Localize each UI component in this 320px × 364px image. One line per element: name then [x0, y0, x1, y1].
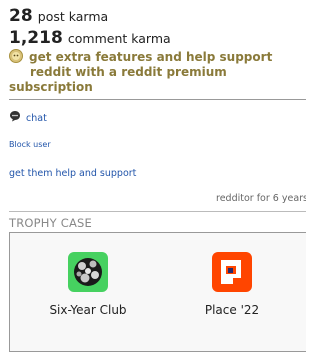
comment-karma-label: comment karma	[67, 31, 171, 46]
post-karma: 28 post karma	[9, 6, 108, 26]
trophy-case: Six-Year Club Place '22	[9, 232, 306, 352]
account-age: redditor for 6 years	[216, 193, 306, 204]
premium-line-2: reddit with a reddit premium	[30, 65, 227, 79]
chat-label: chat	[26, 113, 47, 124]
premium-line-1-text: get extra features and help support	[29, 50, 273, 64]
trophy-six-year-club[interactable]: Six-Year Club	[38, 251, 138, 318]
premium-promo-link[interactable]: get extra features and help support redd…	[9, 49, 289, 95]
trophy-name: Six-Year Club	[49, 303, 127, 317]
divider	[9, 99, 306, 100]
comment-karma: 1,218 comment karma	[9, 28, 171, 48]
post-karma-label: post karma	[37, 9, 109, 24]
block-user-link[interactable]: Block user	[9, 140, 51, 149]
comment-karma-value: 1,218	[9, 28, 63, 48]
trophy-case-title: TROPHY CASE	[9, 216, 92, 230]
six-year-club-icon	[68, 252, 108, 292]
premium-line-3: subscription	[9, 80, 93, 94]
profile-sidebar: 28 post karma 1,218 comment karma get ex…	[0, 0, 306, 364]
premium-line-1: get extra features and help support	[9, 49, 289, 65]
post-karma-value: 28	[9, 6, 33, 26]
divider	[9, 211, 306, 212]
help-support-link[interactable]: get them help and support	[9, 168, 136, 179]
premium-coin-icon	[9, 49, 23, 63]
place-22-icon	[212, 252, 252, 292]
trophy-name: Place '22	[204, 303, 260, 317]
chat-link[interactable]: chat	[9, 110, 47, 124]
trophy-place-22[interactable]: Place '22	[182, 251, 282, 318]
chat-bubble-icon	[10, 111, 20, 122]
